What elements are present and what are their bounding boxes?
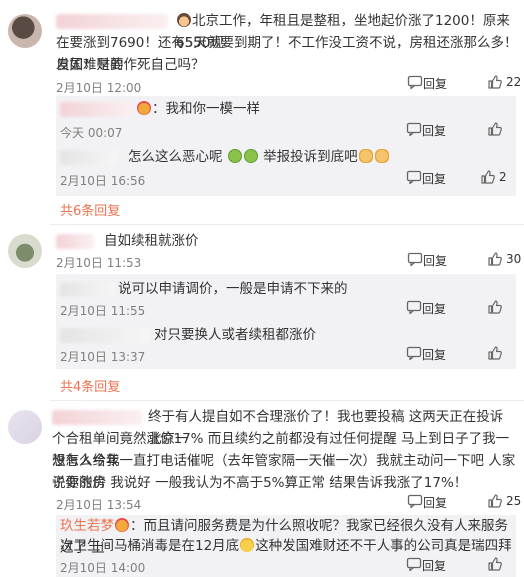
thumbs-up-icon[interactable] [487, 251, 503, 267]
reply-time: 2月10日 14:00 [60, 561, 146, 575]
avatar[interactable] [8, 234, 42, 268]
comment-item: 北京工作，年租且是整租，坐地起价涨了1200！原来6550现 在要涨到7690！… [0, 0, 524, 224]
username-redacted[interactable] [52, 410, 142, 425]
reply-text: 对只要换人或者续租都涨价 [154, 327, 316, 343]
username-redacted[interactable] [60, 150, 118, 165]
reply-time: 今天 00:07 [60, 126, 123, 140]
comment-icon[interactable] [406, 169, 422, 185]
reply-time: 2月10日 13:37 [60, 350, 146, 364]
comment-text-line: 自如！是要作死自己吗？ [56, 57, 205, 73]
comment-icon[interactable] [407, 493, 423, 509]
reply-button[interactable]: 回复 [422, 346, 446, 363]
thumbs-up-icon[interactable] [480, 169, 496, 185]
like-count: 30 [506, 252, 522, 266]
username-redacted[interactable] [60, 102, 132, 117]
comment-icon[interactable] [407, 74, 423, 90]
thumbs-up-icon[interactable] [487, 74, 503, 90]
comment-text: 自如续租就涨价 [104, 233, 199, 249]
comment-icon[interactable] [406, 299, 422, 315]
comment-item: 终于有人提自如不合理涨价了！我也要投稿 这两天正在投诉 北京一 个合租单间竟然涨… [0, 400, 524, 577]
heart-emoji-icon [137, 101, 151, 115]
girl-emoji-icon [177, 13, 191, 27]
reply-text: ：我和你一模一样 [136, 98, 260, 120]
flexed-arm-emoji-icon [358, 149, 373, 163]
comment-item: 自如续租就涨价 2月10日 11:53 回复 30 说可以申请调价，一般是申请不… [0, 224, 524, 402]
reply-box: 说可以申请调价，一般是申请不下来的 2月10日 11:55 回复 对只要换人或者… [56, 274, 516, 369]
reply-username[interactable]: 玖生若梦 [60, 518, 114, 534]
comment-time: 2月10日 13:54 [56, 498, 142, 512]
like-count: 25 [506, 494, 522, 508]
thumbs-up-icon[interactable] [487, 121, 503, 137]
reply-time: 2月10日 11:55 [60, 304, 146, 318]
comment-icon[interactable] [406, 121, 422, 137]
username-redacted[interactable] [60, 328, 150, 343]
reply-button[interactable]: 回复 [422, 557, 446, 574]
comment-text-line: 子要涨价 我说好 一般我认为不高于5%算正常 结果告诉我涨了17%！ [52, 475, 468, 491]
reply-button[interactable]: 回复 [422, 122, 446, 139]
reply-box: 玖生若梦 ：而且请问服务费是为什么照收呢？我家已经很久没有人来服务过了 上 次卫生… [56, 515, 516, 577]
reply-box: ：我和你一模一样 今天 00:07 回复 怎么这么恶心呢 举报投诉到底吧 2月1… [56, 96, 516, 196]
view-more-replies-link[interactable]: 共6条回复 [60, 200, 120, 219]
thumbs-up-icon[interactable] [487, 493, 503, 509]
comment-time: 2月10日 11:53 [56, 256, 142, 270]
reply-button[interactable]: 回复 [423, 494, 447, 511]
reply-button[interactable]: 回复 [423, 75, 447, 92]
like-count: 2 [499, 170, 507, 184]
comment-icon[interactable] [407, 251, 423, 267]
sick-emoji-icon [243, 149, 258, 163]
like-count: 22 [506, 75, 522, 89]
heart-emoji-icon [115, 518, 129, 532]
reply-text-line: 次卫生间马桶消毒是在12月底 这种发国难财还不干人事的公司真是瑞四拜 [60, 538, 512, 554]
comment-icon[interactable] [406, 345, 422, 361]
username-redacted[interactable] [56, 14, 168, 29]
thumbs-up-icon[interactable] [487, 299, 503, 315]
reply-button[interactable]: 回复 [422, 300, 446, 317]
username-redacted[interactable] [56, 234, 94, 249]
avatar[interactable] [8, 14, 42, 48]
reply-text: 说可以申请调价，一般是申请不下来的 [118, 281, 348, 297]
reply-text: 怎么这么恶心呢 举报投诉到底吧 [128, 146, 390, 168]
view-more-replies-link[interactable]: 共4条回复 [60, 376, 120, 395]
flexed-arm-emoji-icon [374, 149, 389, 163]
thumbs-up-icon[interactable] [487, 345, 503, 361]
reply-button[interactable]: 回复 [423, 252, 447, 269]
thumbs-up-icon[interactable] [487, 556, 503, 572]
comment-icon[interactable] [406, 556, 422, 572]
sick-emoji-icon [227, 149, 242, 163]
username-redacted[interactable] [60, 282, 116, 297]
comment-time: 2月10日 12:00 [56, 81, 142, 95]
tired-face-emoji-icon [240, 538, 255, 552]
avatar[interactable] [8, 410, 42, 444]
reply-button[interactable]: 回复 [422, 170, 446, 187]
reply-time: 2月10日 16:56 [60, 174, 146, 188]
